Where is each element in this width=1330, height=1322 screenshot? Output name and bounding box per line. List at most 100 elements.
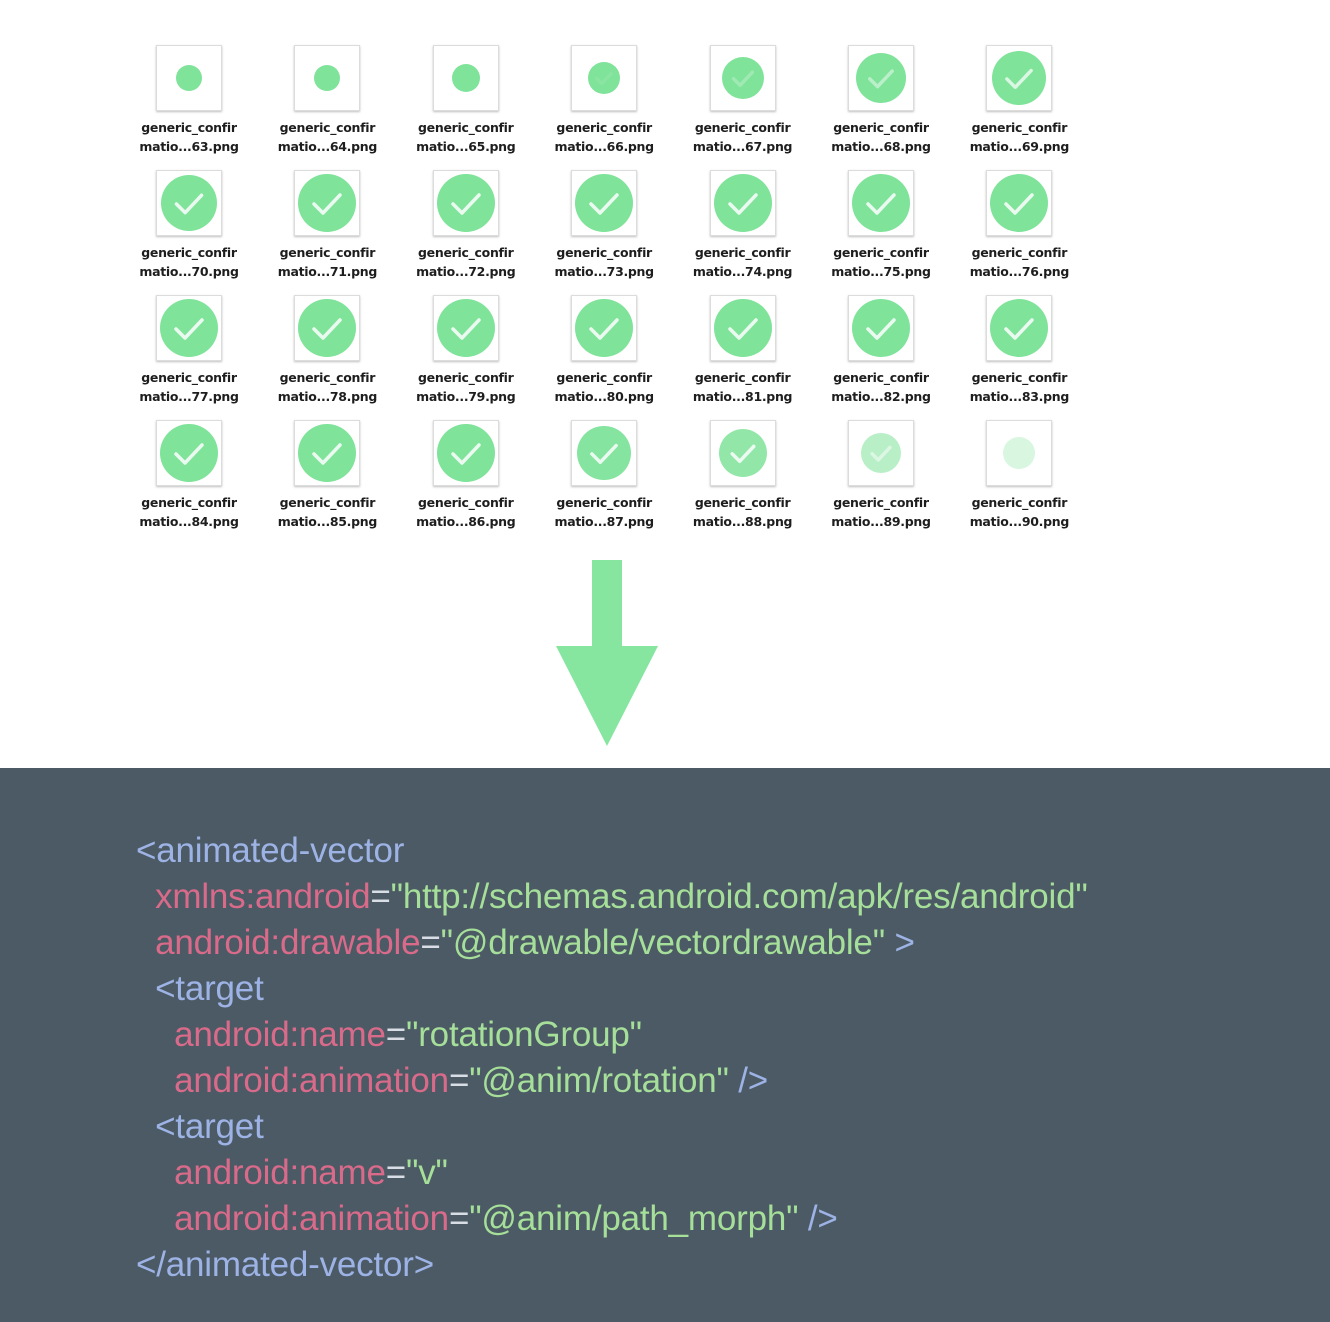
file-item[interactable]: generic_confir matio...69.png (950, 38, 1088, 163)
file-name: generic_confir matio...85.png (258, 493, 396, 531)
file-item[interactable]: generic_confir matio...85.png (258, 413, 396, 538)
code-token-eq: = (385, 1153, 406, 1192)
file-name: generic_confir matio...86.png (397, 493, 535, 531)
file-name-line-1: generic_confir (971, 120, 1068, 135)
file-item[interactable]: generic_confir matio...88.png (674, 413, 812, 538)
code-token-eq: = (448, 1061, 470, 1100)
confirmation-frame-icon (160, 424, 218, 482)
file-item[interactable]: generic_confir matio...75.png (812, 163, 950, 288)
code-token-attr: android:animation (174, 1199, 449, 1238)
file-thumbnail (571, 295, 638, 361)
code-token-attr: android:name (174, 1153, 386, 1192)
file-thumbnail (294, 420, 361, 486)
file-name: generic_confir matio...64.png (258, 118, 396, 156)
file-name: generic_confir matio...75.png (812, 243, 950, 281)
file-item[interactable]: generic_confir matio...70.png (120, 163, 258, 288)
file-name-line-2: matio...81.png (692, 389, 793, 404)
file-thumbnail (847, 170, 914, 236)
file-name-line-1: generic_confir (418, 495, 514, 510)
code-token-str: "@drawable/vectordrawable" (440, 923, 885, 962)
file-item[interactable]: generic_confir matio...83.png (950, 288, 1088, 413)
code-token-tag: </animated-vector> (136, 1245, 434, 1284)
file-item[interactable]: generic_confir matio...86.png (397, 413, 535, 538)
file-name: generic_confir matio...90.png (950, 493, 1088, 531)
file-thumbnail (156, 295, 222, 361)
file-item[interactable]: generic_confir matio...82.png (812, 288, 950, 413)
file-name-line-1: generic_confir (279, 245, 376, 260)
confirmation-frame-icon (721, 57, 764, 99)
green-circle-icon (575, 299, 634, 357)
file-item[interactable]: generic_confir matio...84.png (120, 413, 258, 538)
confirmation-frame-icon (298, 174, 357, 232)
file-name-line-2: matio...80.png (554, 389, 655, 404)
file-name-line-1: generic_confir (694, 245, 791, 260)
file-thumbnail (294, 170, 361, 236)
file-name: generic_confir matio...63.png (120, 118, 258, 156)
confirmation-frame-icon (575, 299, 634, 357)
file-item[interactable]: generic_confir matio...90.png (950, 413, 1088, 538)
file-item[interactable]: generic_confir matio...73.png (535, 163, 673, 288)
file-item[interactable]: generic_confir matio...78.png (258, 288, 396, 413)
file-thumbnail (432, 170, 499, 236)
confirmation-frame-icon (436, 424, 495, 482)
file-thumbnail (847, 45, 914, 111)
file-item[interactable]: generic_confir matio...81.png (674, 288, 812, 413)
file-name: generic_confir matio...70.png (120, 243, 258, 281)
file-item[interactable]: generic_confir matio...77.png (120, 288, 258, 413)
file-name: generic_confir matio...89.png (812, 493, 950, 531)
green-circle-icon (721, 57, 764, 99)
file-name-line-2: matio...87.png (554, 514, 655, 529)
file-item[interactable]: generic_confir matio...63.png (120, 38, 258, 163)
file-name-line-2: matio...74.png (692, 264, 793, 279)
file-item[interactable]: generic_confir matio...67.png (674, 38, 812, 163)
file-name-line-2: matio...83.png (969, 389, 1070, 404)
file-item[interactable]: generic_confir matio...72.png (397, 163, 535, 288)
file-name-line-2: matio...88.png (692, 514, 793, 529)
code-token-str: "@anim/path_morph" (469, 1199, 799, 1238)
file-name-line-1: generic_confir (833, 495, 929, 510)
file-item[interactable]: generic_confir matio...79.png (397, 288, 535, 413)
file-thumbnail (709, 295, 776, 361)
file-name-line-1: generic_confir (556, 120, 652, 135)
code-line: <animated-vector (136, 828, 1088, 874)
confirmation-frame-icon (436, 174, 495, 232)
file-item[interactable]: generic_confir matio...74.png (674, 163, 812, 288)
file-item[interactable]: generic_confir matio...65.png (397, 38, 535, 163)
file-thumbnail (986, 170, 1053, 236)
file-item[interactable]: generic_confir matio...76.png (950, 163, 1088, 288)
file-name-line-1: generic_confir (141, 120, 237, 135)
file-item[interactable]: generic_confir matio...89.png (812, 413, 950, 538)
file-name: generic_confir matio...82.png (812, 368, 950, 406)
code-token-eq: = (385, 1015, 406, 1054)
file-name-line-2: matio...63.png (139, 139, 239, 154)
file-name-line-1: generic_confir (279, 370, 376, 385)
confirmation-frame-icon (860, 433, 901, 473)
file-name: generic_confir matio...66.png (535, 118, 673, 156)
file-name-line-1: generic_confir (694, 120, 791, 135)
file-item[interactable]: generic_confir matio...64.png (258, 38, 396, 163)
code-panel: <animated-vector xmlns:android="http://s… (0, 768, 1330, 1322)
file-item[interactable]: generic_confir matio...66.png (535, 38, 673, 163)
file-item[interactable]: generic_confir matio...80.png (535, 288, 673, 413)
green-circle-icon (718, 429, 767, 477)
file-thumbnail (571, 45, 638, 111)
confirmation-frame-icon (992, 51, 1047, 105)
file-item[interactable]: generic_confir matio...71.png (258, 163, 396, 288)
file-item[interactable]: generic_confir matio...68.png (812, 38, 950, 163)
file-thumbnail (294, 45, 361, 111)
file-name: generic_confir matio...78.png (258, 368, 396, 406)
file-name-line-1: generic_confir (556, 245, 652, 260)
file-thumbnail (571, 170, 638, 236)
code-token-str: "@anim/rotation" (469, 1061, 729, 1100)
green-circle-icon (436, 299, 495, 357)
file-item[interactable]: generic_confir matio...87.png (535, 413, 673, 538)
confirmation-frame-icon (1003, 437, 1036, 469)
file-name-line-1: generic_confir (418, 370, 514, 385)
file-name-line-2: matio...66.png (554, 139, 655, 154)
confirmation-frame-icon (718, 429, 767, 477)
green-circle-icon (575, 174, 634, 232)
